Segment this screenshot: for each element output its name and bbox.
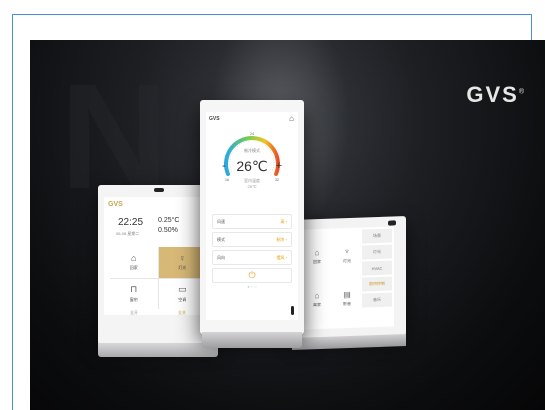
lamp-icon: ♆ bbox=[344, 246, 350, 257]
panel-base bbox=[98, 343, 218, 357]
fan-speed-row[interactable]: 风速 高 › bbox=[212, 214, 292, 229]
panel-base bbox=[292, 334, 406, 350]
curtain-icon: ⊓ bbox=[130, 284, 138, 295]
tile-light[interactable]: ♀ 灯光 bbox=[158, 247, 206, 278]
right-tile-grid: ⌂ 回家 ♆ 灯光 ⌂ 离家 ▤ 影音 bbox=[302, 234, 362, 322]
setpoint-temperature: 26℃ bbox=[236, 158, 268, 174]
swing-row[interactable]: 风向 摆风 › bbox=[212, 250, 292, 265]
tile-home[interactable]: ⌂ 回家 bbox=[302, 235, 332, 279]
row-label: 模式 bbox=[217, 236, 225, 242]
right-panel-screen: ⌂ 回家 ♆ 灯光 ⌂ 离家 ▤ 影音 场景 灯光 HVAC 窗帘控制 音乐 bbox=[298, 226, 394, 330]
clock-time: 22:25 bbox=[118, 217, 144, 228]
row-value: 制冷 › bbox=[276, 236, 287, 242]
panel-sensor bbox=[154, 188, 164, 192]
all-off-button[interactable]: 全关 bbox=[178, 310, 186, 316]
tile-label: 回家 bbox=[313, 258, 321, 265]
home-outline-icon: ⌂ bbox=[314, 291, 320, 301]
setting-rows: 风速 高 › 模式 制冷 › 风向 摆风 › ⏻ bbox=[212, 214, 292, 283]
humidity-readout: 0.50% bbox=[158, 227, 178, 234]
tile-curtain[interactable]: ⊓ 窗帘 bbox=[110, 278, 158, 309]
tile-ac[interactable]: ▭ 空调 bbox=[158, 278, 206, 309]
panel-sensor bbox=[388, 220, 396, 226]
tile-media[interactable]: ▤ 影音 bbox=[332, 277, 362, 321]
tile-label: 灯光 bbox=[343, 257, 351, 264]
row-value: 摆风 › bbox=[276, 254, 287, 260]
row-label: 风速 bbox=[217, 218, 225, 224]
proximity-sensor bbox=[291, 306, 294, 315]
page-indicator: ● ○ ○ bbox=[247, 284, 257, 289]
power-icon: ⏻ bbox=[248, 270, 256, 280]
all-on-button[interactable]: 全开 bbox=[130, 310, 138, 316]
row-label: 风向 bbox=[217, 254, 225, 260]
center-control-panel: GVS ⌂ 24 16 32 制冷模式 - 26℃ + 室内温度 25℃ 风速 … bbox=[200, 100, 304, 348]
mode-label: 制冷模式 bbox=[244, 148, 260, 153]
tile-label: 回家 bbox=[129, 265, 138, 271]
right-control-panel: ⌂ 回家 ♆ 灯光 ⌂ 离家 ▤ 影音 场景 灯光 HVAC 窗帘控制 音乐 bbox=[292, 216, 406, 350]
tile-home[interactable]: ⌂ 回家 bbox=[110, 247, 158, 278]
tv-icon: ▤ bbox=[343, 289, 351, 300]
row-value: 高 › bbox=[280, 218, 287, 224]
dial-label-top: 24 bbox=[250, 132, 254, 136]
tile-away[interactable]: ⌂ 离家 bbox=[302, 278, 332, 322]
side-menu: 场景 灯光 HVAC 窗帘控制 音乐 bbox=[362, 228, 392, 309]
ac-icon: ▭ bbox=[177, 284, 187, 295]
home-icon[interactable]: ⌂ bbox=[289, 114, 294, 123]
tile-lamp[interactable]: ♆ 灯光 bbox=[332, 234, 362, 278]
panel-base bbox=[202, 332, 302, 348]
clock-date: 05-08 星期二 bbox=[116, 231, 140, 236]
brand-logo-text: GVS bbox=[466, 82, 519, 107]
center-panel-screen: GVS ⌂ 24 16 32 制冷模式 - 26℃ + 室内温度 25℃ 风速 … bbox=[206, 112, 298, 320]
side-menu-item[interactable]: 音乐 bbox=[362, 292, 392, 308]
tile-label: 空调 bbox=[178, 297, 187, 303]
side-menu-item[interactable]: HVAC bbox=[362, 260, 392, 276]
left-panel-logo: GVS bbox=[108, 201, 123, 208]
brand-logo: GVS® bbox=[466, 82, 526, 108]
current-temp-value: 25℃ bbox=[247, 184, 257, 189]
tile-label: 灯光 bbox=[178, 265, 187, 271]
left-panel-screen: GVS ⚙ 22:25 05-08 星期二 0.25°C 0.50% ⌂ 回家 … bbox=[104, 197, 212, 315]
home-icon: ⌂ bbox=[131, 253, 137, 264]
side-menu-item-selected[interactable]: 窗帘控制 bbox=[362, 276, 392, 292]
home-icon: ⌂ bbox=[314, 248, 320, 258]
left-footer: 全开 全关 bbox=[110, 310, 206, 316]
current-temp-block: 室内温度 25℃ bbox=[206, 178, 298, 189]
power-button[interactable]: ⏻ bbox=[212, 268, 292, 283]
left-tile-grid: ⌂ 回家 ♀ 灯光 ⊓ 窗帘 ▭ 空调 bbox=[110, 247, 206, 309]
registered-mark: ® bbox=[518, 88, 526, 96]
mode-row[interactable]: 模式 制冷 › bbox=[212, 232, 292, 247]
increase-button[interactable]: + bbox=[276, 160, 282, 172]
tile-label: 影音 bbox=[343, 300, 351, 307]
center-panel-logo: GVS bbox=[209, 116, 220, 122]
temperature-readout: 0.25°C bbox=[158, 217, 180, 224]
tile-label: 离家 bbox=[313, 301, 321, 308]
tile-label: 窗帘 bbox=[129, 297, 138, 303]
bulb-icon: ♀ bbox=[178, 253, 186, 264]
product-banner: N GVS® GVS ⚙ 22:25 05-08 星期二 0.25°C 0.50… bbox=[30, 40, 545, 410]
side-menu-item[interactable]: 灯光 bbox=[362, 244, 392, 260]
side-menu-item[interactable]: 场景 bbox=[362, 228, 392, 244]
